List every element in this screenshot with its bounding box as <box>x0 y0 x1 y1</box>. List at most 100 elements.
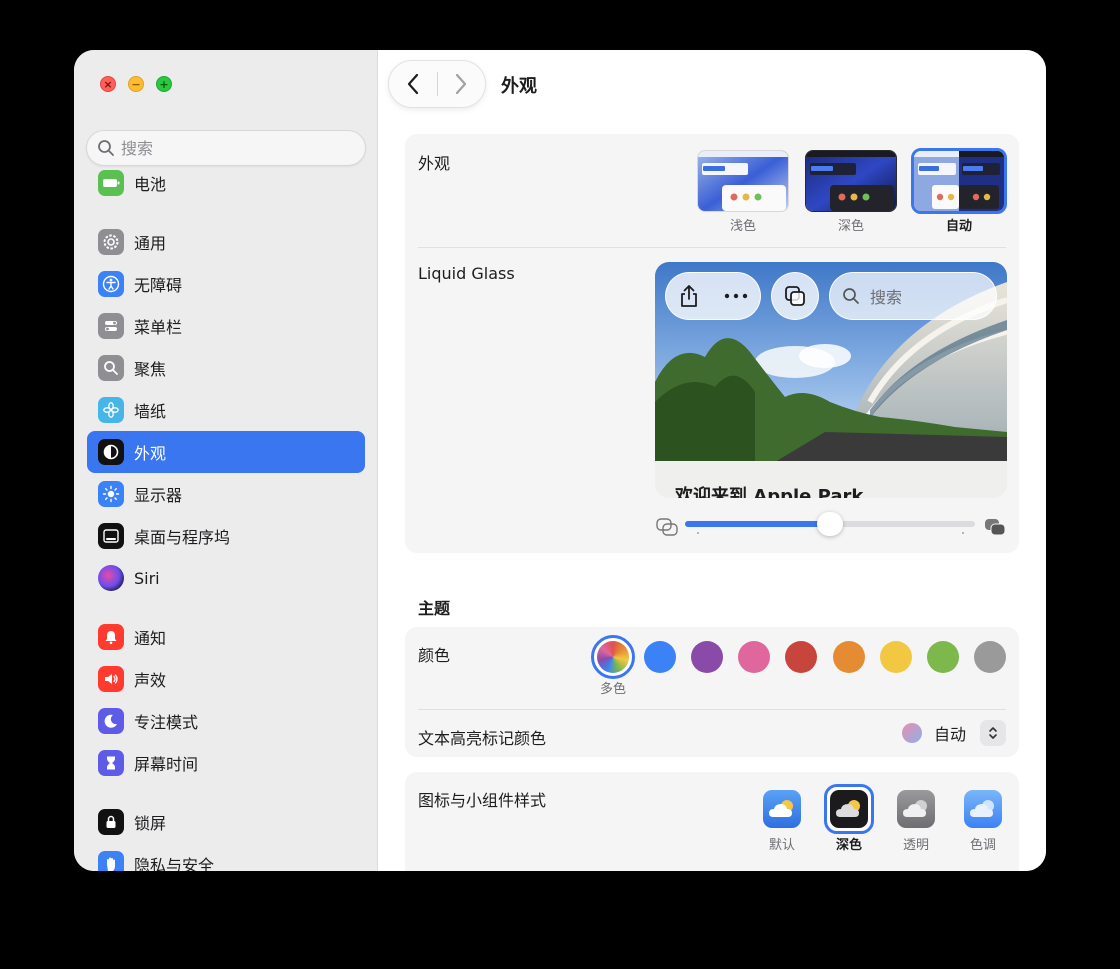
sidebar-item-menubar[interactable]: 菜单栏 <box>87 305 365 347</box>
color-label: 颜色 <box>418 646 451 665</box>
icon-style-label: 图标与小组件样式 <box>418 791 547 810</box>
color-swatch-blue[interactable] <box>644 641 676 673</box>
appearance-icon <box>98 439 124 465</box>
accessibility-icon <box>98 271 124 297</box>
sidebar-nav: 电池 通用 无障碍 菜单栏 聚焦 墙纸 外观 显示器 桌面与程序坞 Siri 通… <box>87 162 365 871</box>
dock-icon <box>98 523 124 549</box>
icon-style-option-label: 透明 <box>902 838 929 853</box>
sidebar-item-label: 电池 <box>134 175 167 194</box>
icon-style-clear[interactable] <box>897 790 935 828</box>
gear-icon <box>98 229 124 255</box>
appearance-option-label: 深色 <box>837 219 864 234</box>
color-swatch-pink[interactable] <box>738 641 770 673</box>
color-swatch-graphite[interactable] <box>974 641 1006 673</box>
selected-color-label: 多色 <box>599 682 626 697</box>
theme-heading: 主题 <box>418 599 451 618</box>
back-button[interactable] <box>389 61 437 107</box>
sidebar-item-siri[interactable]: Siri <box>87 557 365 599</box>
icon-style-dark[interactable] <box>830 790 868 828</box>
search-icon <box>843 288 859 304</box>
hand-icon <box>98 851 124 871</box>
page-title: 外观 <box>501 76 537 97</box>
lock-icon <box>98 809 124 835</box>
slider-tick <box>697 532 699 534</box>
liquid-glass-label: Liquid Glass <box>418 264 515 283</box>
highlight-color-popup[interactable]: 自动 <box>901 720 1006 746</box>
sidebar-item-wallpaper[interactable]: 墙纸 <box>87 389 365 431</box>
icon-style-card: 图标与小组件样式 默认 深色 透明 色调 <box>405 772 1019 871</box>
sidebar-item-general[interactable]: 通用 <box>87 221 365 263</box>
theme-card: 颜色 多色 文本高亮标记颜色 自动 <box>405 627 1019 757</box>
sidebar-item-lock-screen[interactable]: 锁屏 <box>87 801 365 843</box>
minimize-button[interactable]: − <box>128 76 144 92</box>
settings-window: × − + 电池 通用 无障碍 菜单栏 <box>74 50 1046 871</box>
sun-icon <box>98 481 124 507</box>
color-swatch-orange[interactable] <box>833 641 865 673</box>
sidebar-item-displays[interactable]: 显示器 <box>87 473 365 515</box>
tabs-icon <box>785 286 805 306</box>
tinted-glass-icon <box>985 519 1006 536</box>
appearance-label: 外观 <box>418 154 451 173</box>
color-swatch-multicolor[interactable] <box>597 641 629 673</box>
liquid-glass-preview: 搜索 欢迎来到 Apple Park <box>655 262 1007 498</box>
weather-icon <box>903 800 927 817</box>
history-nav <box>388 60 486 108</box>
hourglass-icon <box>98 750 124 776</box>
chevron-left-icon <box>407 73 418 95</box>
color-swatch-red[interactable] <box>785 641 817 673</box>
sidebar-item-privacy[interactable]: 隐私与安全 <box>87 843 365 871</box>
sidebar-item-sound[interactable]: 声效 <box>87 658 365 700</box>
sidebar-item-battery[interactable]: 电池 <box>87 162 365 204</box>
appearance-option-dark[interactable] <box>805 150 897 212</box>
slider-knob[interactable] <box>817 512 843 536</box>
sidebar-item-screen-time[interactable]: 屏幕时间 <box>87 742 365 784</box>
sidebar-item-label: 隐私与安全 <box>134 856 215 871</box>
icon-style-default[interactable] <box>763 790 801 828</box>
highlight-color-dot <box>901 723 922 743</box>
sidebar: × − + 电池 通用 无障碍 菜单栏 <box>74 50 378 871</box>
appearance-card: 外观 浅色 深色 自动 Liquid Glass 搜索 欢迎来到 Apple P… <box>405 134 1019 553</box>
sidebar-search[interactable] <box>86 130 366 166</box>
color-swatch-purple[interactable] <box>691 641 723 673</box>
more-icon <box>724 293 748 299</box>
sidebar-item-label: 通用 <box>134 234 167 253</box>
preview-caption: 欢迎来到 Apple Park <box>675 486 864 498</box>
close-button[interactable]: × <box>100 76 116 92</box>
sidebar-item-label: 屏幕时间 <box>134 755 199 774</box>
color-swatch-yellow[interactable] <box>880 641 912 673</box>
sidebar-item-spotlight[interactable]: 聚焦 <box>87 347 365 389</box>
sidebar-item-appearance[interactable]: 外观 <box>87 431 365 473</box>
icon-style-tinted[interactable] <box>964 790 1002 828</box>
zoom-button[interactable]: + <box>156 76 172 92</box>
search-input[interactable] <box>121 138 341 158</box>
speaker-icon <box>98 666 124 692</box>
sidebar-item-label: 通知 <box>134 629 167 648</box>
content-pane: 外观 外观 浅色 深色 自动 Liquid Glass 搜索 欢迎来到 Appl… <box>378 50 1046 871</box>
stepper-icon <box>980 720 1006 746</box>
appearance-option-label: 浅色 <box>729 219 756 234</box>
bell-icon <box>98 624 124 650</box>
icon-style-option-label: 色调 <box>969 838 996 853</box>
sidebar-item-label: 锁屏 <box>134 814 167 833</box>
moon-icon <box>98 708 124 734</box>
sidebar-item-label: 无障碍 <box>134 276 183 295</box>
sidebar-item-desktop-dock[interactable]: 桌面与程序坞 <box>87 515 365 557</box>
sidebar-item-focus[interactable]: 专注模式 <box>87 700 365 742</box>
sidebar-item-label: 专注模式 <box>134 713 199 732</box>
color-swatch-green[interactable] <box>927 641 959 673</box>
battery-icon <box>98 170 124 196</box>
clear-glass-icon <box>656 518 678 536</box>
appearance-option-light[interactable] <box>697 150 789 212</box>
liquid-glass-slider[interactable] <box>685 512 975 536</box>
minimize-icon: − <box>131 77 141 91</box>
icon-style-option-label: 深色 <box>835 838 862 853</box>
slider-tick <box>962 532 964 534</box>
sidebar-item-notifications[interactable]: 通知 <box>87 616 365 658</box>
forward-button[interactable] <box>437 61 485 107</box>
preview-search-field: 搜索 <box>829 272 997 320</box>
siri-icon <box>98 565 124 591</box>
sidebar-item-label: 聚焦 <box>134 360 167 379</box>
slider-fill <box>685 521 830 527</box>
appearance-option-auto[interactable] <box>911 148 1007 214</box>
sidebar-item-accessibility[interactable]: 无障碍 <box>87 263 365 305</box>
